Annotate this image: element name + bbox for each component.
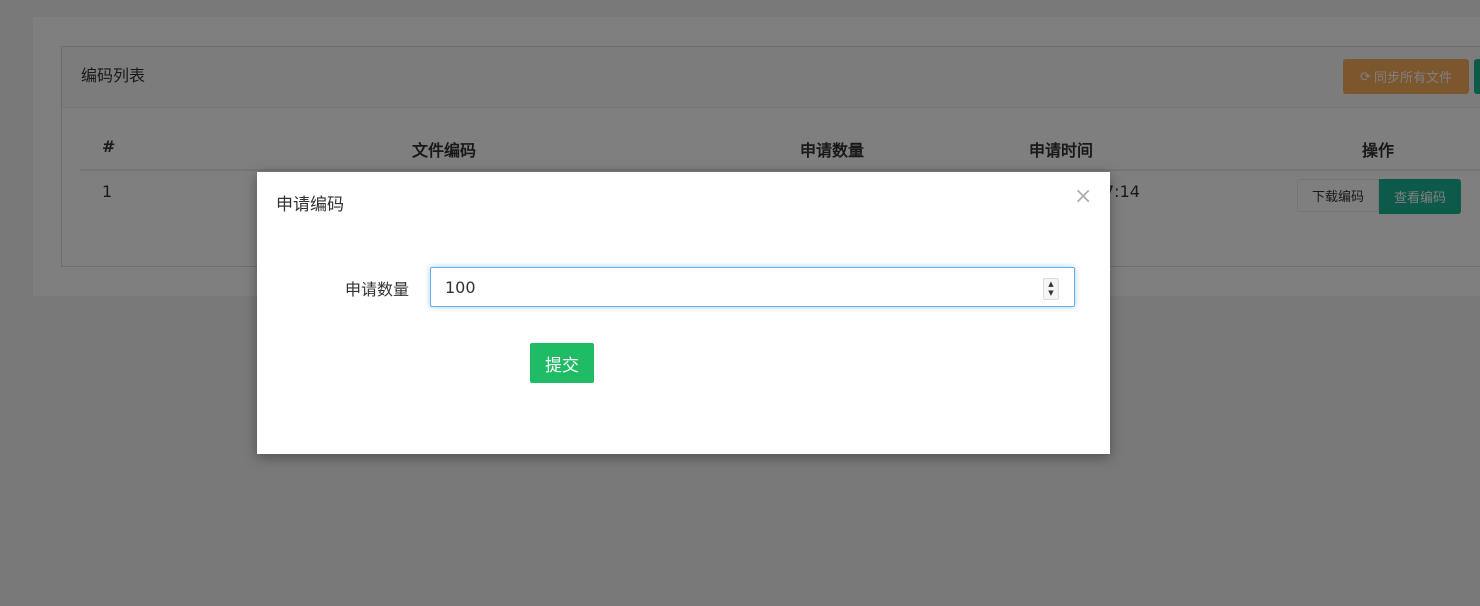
close-icon[interactable]: × <box>1074 186 1092 208</box>
quantity-input[interactable]: 100 ▲ ▼ <box>430 267 1075 307</box>
quantity-label: 申请数量 <box>345 280 410 299</box>
submit-button[interactable]: 提交 <box>530 343 594 383</box>
stepper-up-icon[interactable]: ▲ <box>1048 280 1053 289</box>
quantity-value: 100 <box>445 278 476 297</box>
apply-code-modal: 申请编码 × 申请数量 100 ▲ ▼ 提交 <box>257 172 1110 454</box>
page: 编码列表 ⟳ 同步所有文件 # 文件编码 申请数量 申请时间 操作 1 7:14 <box>0 0 1480 606</box>
modal-title: 申请编码 <box>276 195 344 215</box>
quantity-stepper[interactable]: ▲ ▼ <box>1043 278 1059 300</box>
stepper-down-icon[interactable]: ▼ <box>1048 289 1053 298</box>
